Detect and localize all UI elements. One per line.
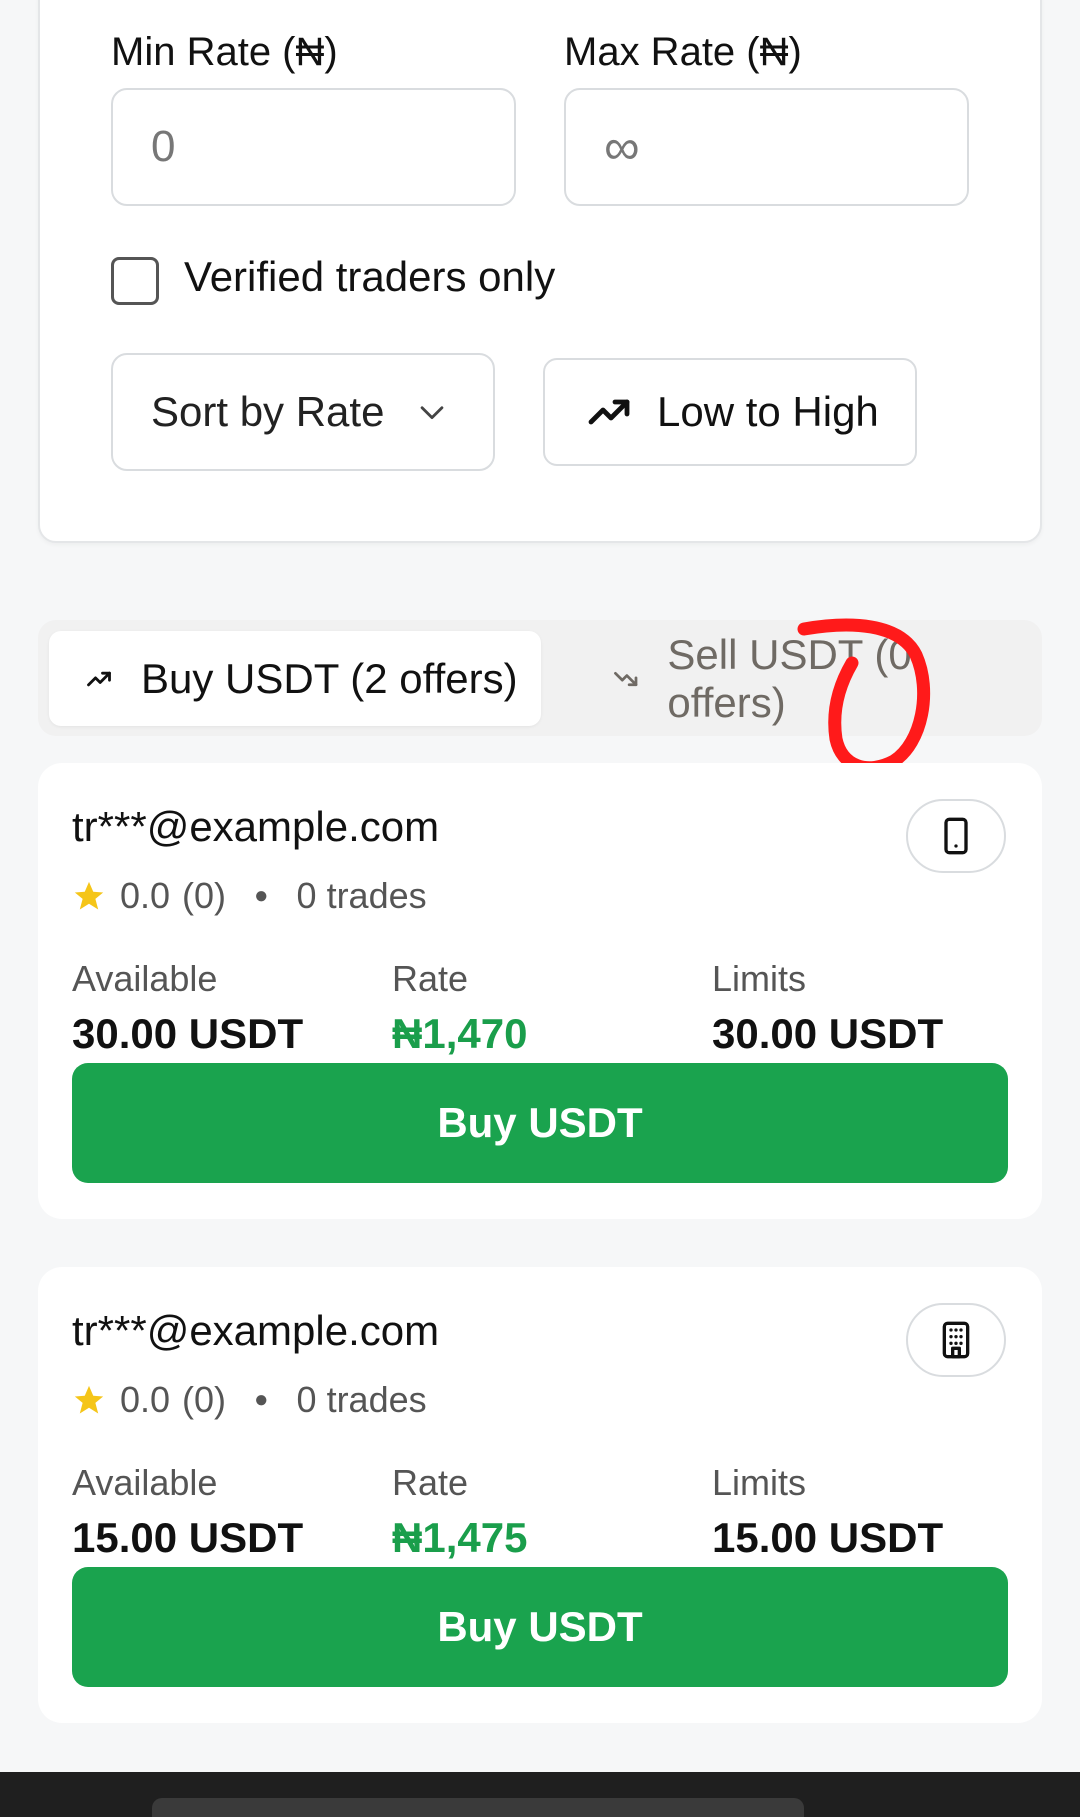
min-rate-placeholder: 0 <box>151 122 176 171</box>
trader-stats: 0.0 (0) ● 0 trades <box>72 875 427 917</box>
rate-label: Rate <box>392 958 469 999</box>
rating-value: 0.0 <box>120 1379 171 1420</box>
tab-buy-label: Buy USDT (2 offers) <box>141 654 518 702</box>
max-rate-input[interactable]: ∞ <box>564 88 969 206</box>
sort-order-button[interactable]: Low to High <box>543 358 917 466</box>
buy-usdt-button[interactable]: Buy USDT <box>72 1063 1008 1183</box>
star-icon <box>74 881 104 910</box>
rate-label: Rate <box>392 1462 469 1503</box>
available-label: Available <box>72 1462 218 1503</box>
trader-email[interactable]: tr***@example.com <box>72 803 439 851</box>
offer-card: tr***@example.com 0.0 (0) ● 0 trades Ava… <box>38 763 1042 1219</box>
max-rate-placeholder: ∞ <box>604 119 640 175</box>
gesture-handle[interactable] <box>152 1798 804 1817</box>
limits-value: 30.00 USDT <box>712 1010 944 1057</box>
available-label: Available <box>72 958 218 999</box>
star-icon <box>74 1385 104 1414</box>
separator-dot: ● <box>254 882 269 909</box>
verified-label: Verified traders only <box>184 253 556 300</box>
verified-checkbox[interactable] <box>111 257 159 305</box>
sort-select[interactable]: Sort by Rate <box>111 353 495 471</box>
limits-label: Limits <box>712 1462 807 1503</box>
payment-method-badge[interactable] <box>906 1303 1006 1377</box>
separator-dot: ● <box>254 1386 269 1413</box>
trade-count: 0 trades <box>296 875 427 916</box>
rate-value: ₦1,475 <box>392 1514 528 1561</box>
trade-count: 0 trades <box>296 1379 427 1420</box>
offer-card: tr***@example.com 0.0 (0) ● 0 trades Ava… <box>38 1267 1042 1723</box>
limits-value: 15.00 USDT <box>712 1514 944 1561</box>
trending-up-icon <box>588 399 630 425</box>
smartphone-icon <box>944 817 968 855</box>
sort-order-label: Low to High <box>657 388 879 435</box>
rating-count: (0) <box>182 875 227 916</box>
trending-down-icon <box>614 671 638 686</box>
rate-value: ₦1,470 <box>392 1010 528 1057</box>
trader-email[interactable]: tr***@example.com <box>72 1307 439 1355</box>
building-icon <box>942 1321 970 1359</box>
tab-buy-usdt[interactable]: Buy USDT (2 offers) <box>49 631 541 726</box>
min-rate-label: Min Rate (₦) <box>111 30 338 74</box>
available-value: 15.00 USDT <box>72 1514 304 1561</box>
rating-count: (0) <box>182 1379 227 1420</box>
trader-stats: 0.0 (0) ● 0 trades <box>72 1379 427 1421</box>
sort-selected-value: Sort by Rate <box>151 388 385 435</box>
min-rate-input[interactable]: 0 <box>111 88 516 206</box>
chevron-down-icon <box>420 406 444 420</box>
limits-label: Limits <box>712 958 807 999</box>
trending-up-icon <box>87 671 111 686</box>
payment-method-badge[interactable] <box>906 799 1006 873</box>
buy-usdt-button[interactable]: Buy USDT <box>72 1567 1008 1687</box>
rating-value: 0.0 <box>120 875 171 916</box>
available-value: 30.00 USDT <box>72 1010 304 1057</box>
max-rate-label: Max Rate (₦) <box>564 30 802 74</box>
